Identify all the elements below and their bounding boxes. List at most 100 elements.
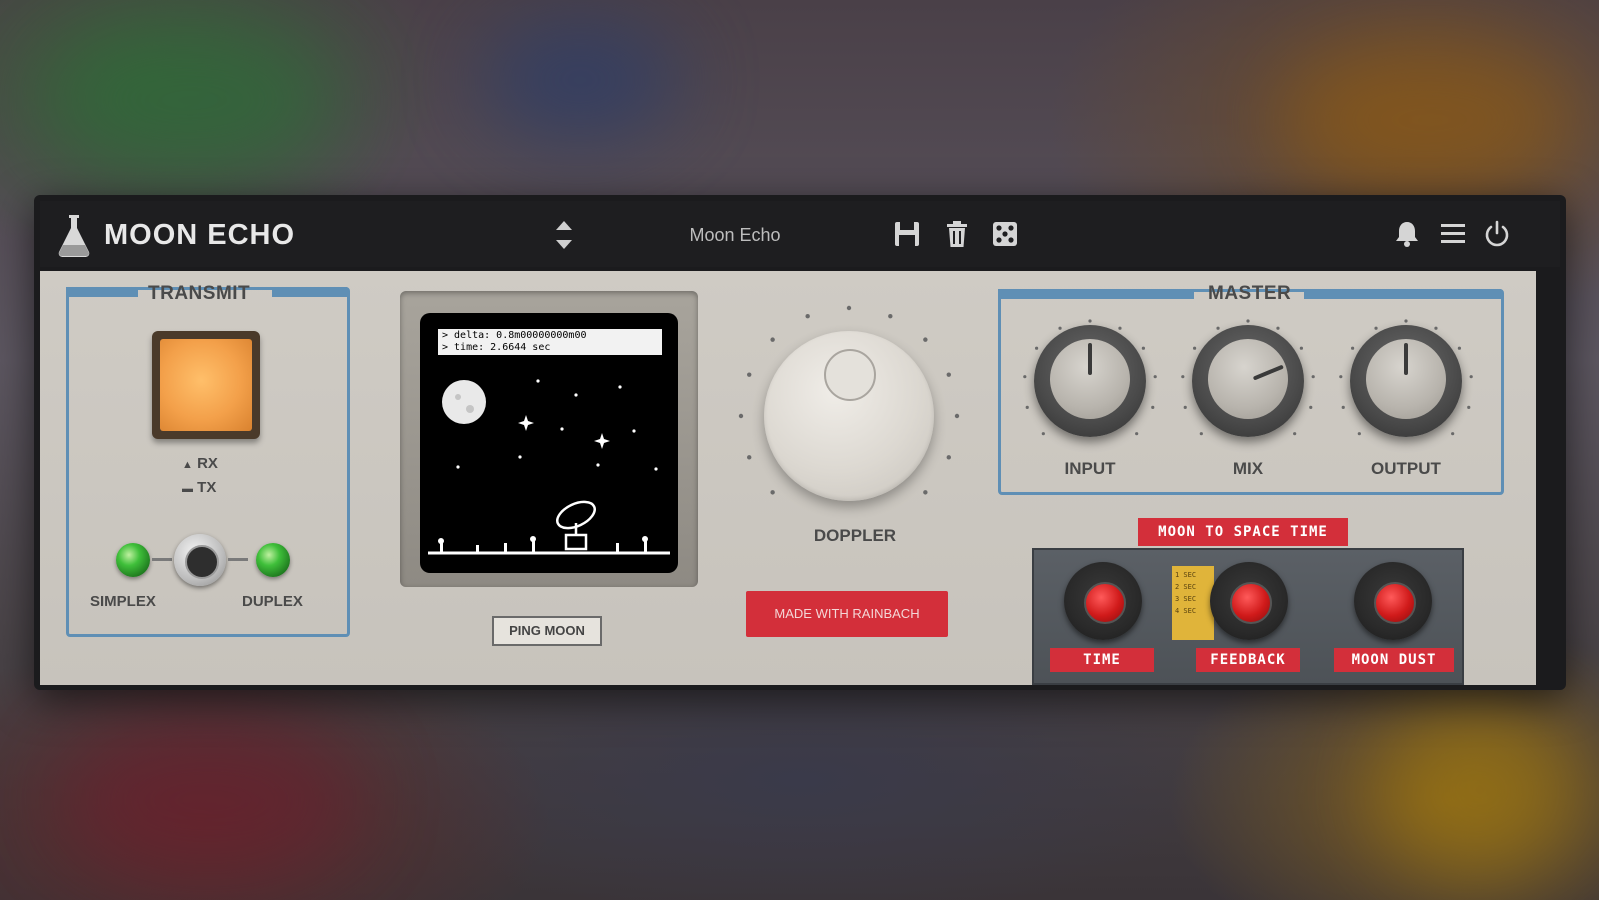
moon-icon — [442, 380, 486, 424]
space-scene-illustration — [428, 379, 670, 555]
scale-dot — [738, 413, 744, 419]
scale-dot — [846, 305, 852, 311]
scale-dot — [1451, 432, 1455, 436]
rx-triangle-icon: ▲ — [182, 459, 193, 471]
scale-dot — [747, 372, 752, 377]
mix-label: MIX — [1232, 459, 1264, 478]
background-blur — [1280, 40, 1580, 200]
display-bezel: > delta: 0.8m00000000m00 > time: 2.6644 s… — [400, 291, 698, 587]
scale-dot — [1118, 326, 1122, 330]
doppler-label: DOPPLER — [813, 526, 897, 545]
main-panel: TRANSMIT ▲ RX ▬ TX SIMPLEX DUPLEX > delt… — [40, 271, 1536, 685]
screen-readout: > delta: 0.8m00000000m00 > time: 2.6644 s… — [438, 329, 662, 355]
moon-dust-knob-cap — [1374, 582, 1416, 624]
scale-dot — [1153, 375, 1157, 379]
feedback-knob[interactable] — [1210, 562, 1288, 640]
bell-icon[interactable] — [1392, 219, 1422, 249]
scale-dot — [946, 372, 951, 377]
ping-moon-button[interactable]: PING MOON — [492, 616, 602, 646]
time-knob[interactable] — [1064, 562, 1142, 640]
save-icon[interactable] — [892, 219, 922, 249]
scale-dot — [1181, 375, 1185, 379]
background-blur — [40, 20, 340, 180]
scale-dot — [770, 337, 775, 342]
scale-dot — [1341, 405, 1345, 409]
power-icon[interactable] — [1482, 219, 1512, 249]
space-time-panel: 1 SEC 2 SEC 3 SEC 4 SEC TIME FEEDBACK MO… — [1032, 548, 1464, 685]
transmit-header-bar — [66, 287, 138, 297]
tx-label: TX — [197, 479, 217, 496]
input-knob[interactable] — [1034, 325, 1146, 437]
scale-dot — [1339, 375, 1343, 379]
scale-dot — [805, 314, 810, 319]
scale-dot — [1469, 375, 1473, 379]
transmit-button[interactable] — [152, 331, 260, 439]
scale-dot — [1351, 346, 1355, 350]
menu-icon[interactable] — [1438, 219, 1468, 249]
moon-dust-knob[interactable] — [1354, 562, 1432, 640]
scale-dot — [1216, 326, 1220, 330]
satellite-dish-icon — [556, 500, 596, 551]
readout-line-2: > time: 2.6644 sec — [442, 342, 551, 353]
scale-dot — [1293, 432, 1297, 436]
background-blur — [60, 720, 360, 880]
scale-dot — [888, 314, 893, 319]
scale-dot — [1141, 346, 1145, 350]
mode-toggle-switch[interactable] — [174, 534, 226, 586]
output-knob[interactable] — [1350, 325, 1462, 437]
scale-dot — [1058, 326, 1062, 330]
scale-dot — [1041, 432, 1045, 436]
preset-name-display[interactable]: Moon Echo — [640, 225, 830, 246]
background-blur — [1380, 700, 1580, 880]
toggle-line — [228, 558, 248, 561]
scale-dot — [1246, 319, 1250, 323]
preset-arrows-icon[interactable] — [550, 218, 578, 252]
transmit-title: TRANSMIT — [148, 283, 251, 304]
scale-dot — [1035, 346, 1039, 350]
tx-indicator: ▬ TX — [182, 479, 216, 496]
scale-dot — [1299, 346, 1303, 350]
toggle-line — [152, 558, 172, 561]
tx-dash-icon: ▬ — [182, 483, 193, 495]
scale-dot — [1311, 375, 1315, 379]
scale-dot — [1135, 432, 1139, 436]
scale-dot — [1276, 326, 1280, 330]
duplex-led — [256, 543, 290, 577]
toggle-knob — [185, 545, 219, 579]
moon-display: > delta: 0.8m00000000m00 > time: 2.6644 s… — [420, 313, 678, 573]
scale-dot — [1309, 405, 1313, 409]
scale-dot — [1404, 319, 1408, 323]
output-label: OUTPUT — [1371, 459, 1441, 478]
scale-dot — [946, 455, 951, 460]
scale-dot — [1199, 432, 1203, 436]
input-knob-pointer — [1088, 343, 1092, 375]
scale-dot — [1193, 346, 1197, 350]
scale-dot — [1357, 432, 1361, 436]
transmit-button-light — [160, 339, 252, 431]
time-label: TIME — [1050, 648, 1154, 672]
plugin-title: MOON ECHO — [104, 219, 296, 251]
scale-dot — [770, 490, 775, 495]
scale-dot — [1088, 319, 1092, 323]
time-scale-tag: 1 SEC 2 SEC 3 SEC 4 SEC — [1172, 566, 1214, 640]
scale-dot — [1457, 346, 1461, 350]
input-label: INPUT — [1064, 459, 1116, 478]
trash-icon[interactable] — [942, 219, 972, 249]
feedback-label: FEEDBACK — [1196, 648, 1300, 672]
moon-dust-label: MOON DUST — [1334, 648, 1454, 672]
doppler-knob[interactable] — [764, 331, 934, 501]
scale-dot — [1467, 405, 1471, 409]
simplex-led — [116, 543, 150, 577]
rx-label: RX — [197, 455, 218, 472]
time-knob-cap — [1084, 582, 1126, 624]
mix-knob[interactable] — [1192, 325, 1304, 437]
feedback-knob-cap — [1230, 582, 1272, 624]
scale-dot — [1151, 405, 1155, 409]
scale-dot — [923, 337, 928, 342]
scale-dot — [954, 413, 960, 419]
dice-icon[interactable] — [990, 219, 1020, 249]
made-with-button[interactable]: MADE WITH RAINBACH — [746, 591, 948, 637]
top-bar: MOON ECHO Moon Echo — [40, 201, 1560, 267]
scale-dot — [1025, 405, 1029, 409]
readout-line-1: > delta: 0.8m00000000m00 — [442, 330, 587, 341]
